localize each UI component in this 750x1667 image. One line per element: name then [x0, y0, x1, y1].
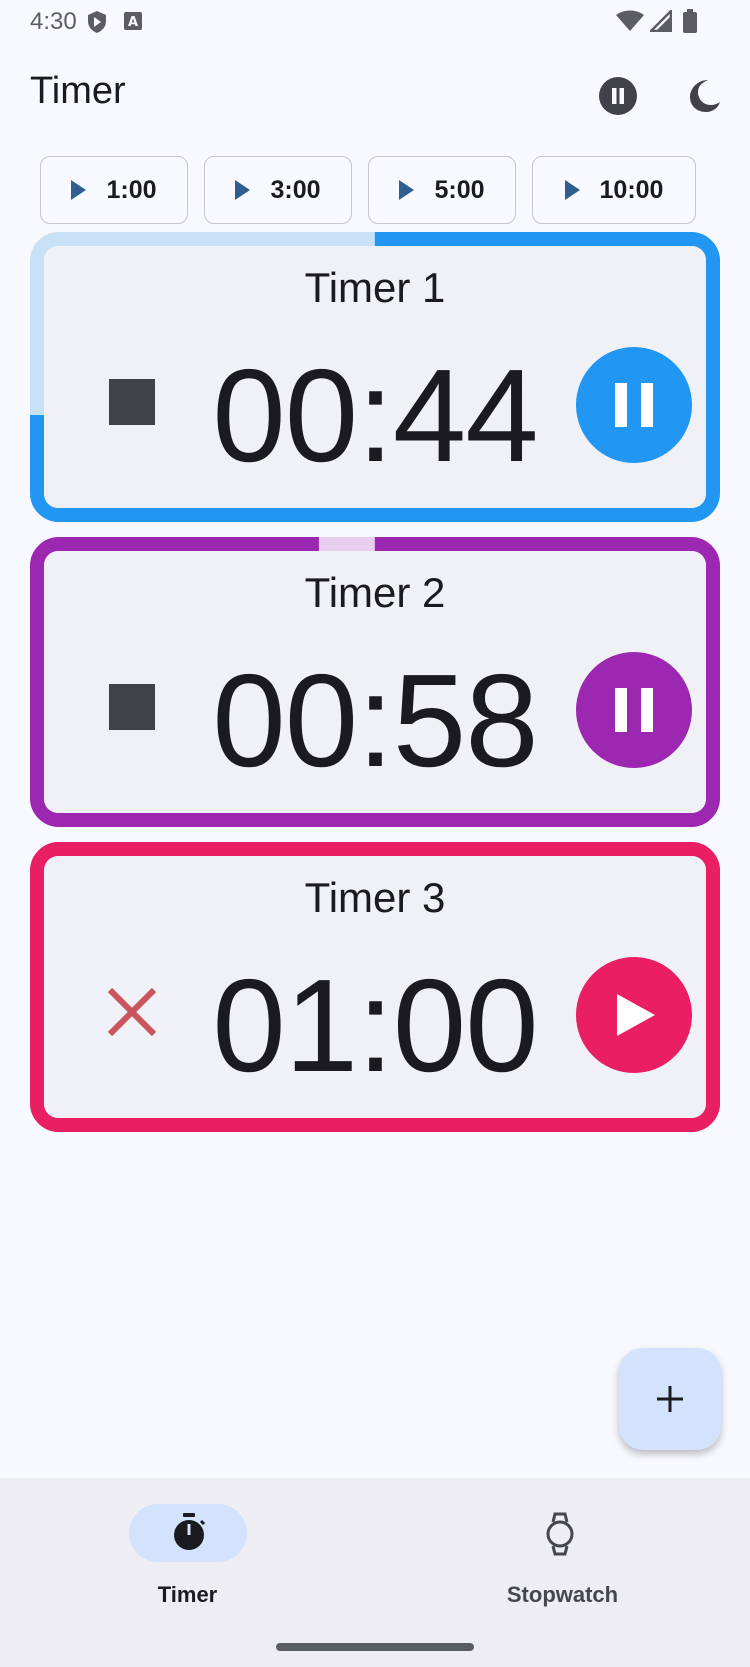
timer-time: 01:00	[212, 952, 538, 1099]
dark-mode-icon	[690, 80, 720, 112]
shield-play-icon	[88, 11, 106, 33]
delete-button[interactable]	[92, 972, 172, 1052]
nav-label-stopwatch: Stopwatch	[506, 1582, 619, 1607]
timer-card: Timer 1 00:44	[30, 232, 720, 522]
stop-icon	[109, 684, 155, 730]
timer-title: Timer 3	[304, 874, 446, 921]
home-indicator[interactable]	[276, 1643, 474, 1651]
close-icon	[107, 987, 157, 1037]
timer-card: Timer 3 01:00	[30, 842, 720, 1132]
timer-title: Timer 1	[304, 264, 446, 311]
nav-item-timer[interactable]: Timer	[30, 1478, 405, 1608]
bottom-navigation: Timer Stopwatch	[0, 1478, 750, 1667]
timer-icon	[174, 1513, 206, 1550]
status-time: 4:30	[30, 8, 77, 35]
timer-card: Timer 2 00:58	[30, 537, 720, 827]
play-icon	[71, 180, 87, 200]
status-bar: 4:30 A	[0, 0, 750, 44]
timer-time: 00:58	[212, 647, 538, 794]
play-icon	[617, 994, 655, 1036]
preset-label: 3:00	[270, 175, 321, 204]
signal-icon	[650, 10, 672, 32]
page-title: Timer	[30, 70, 126, 112]
stop-button[interactable]	[92, 362, 172, 442]
play-icon	[235, 180, 251, 200]
dark-mode-toggle[interactable]	[682, 74, 726, 118]
pause-all-icon	[599, 77, 637, 115]
pause-button[interactable]	[576, 347, 692, 463]
preset-button-10min[interactable]: 10:00	[532, 156, 696, 224]
stop-icon	[109, 379, 155, 425]
preset-button-3min[interactable]: 3:00	[204, 156, 352, 224]
add-timer-button[interactable]	[619, 1348, 721, 1450]
preset-label: 5:00	[434, 175, 485, 204]
preset-button-5min[interactable]: 5:00	[368, 156, 516, 224]
nav-label-timer: Timer	[157, 1582, 218, 1607]
play-icon	[399, 180, 415, 200]
plus-icon	[657, 1386, 683, 1412]
a-box-icon: A	[124, 12, 142, 30]
nav-item-stopwatch[interactable]: Stopwatch	[375, 1478, 750, 1608]
pause-icon	[615, 688, 653, 732]
preset-button-1min[interactable]: 1:00	[40, 156, 188, 224]
pause-all-button[interactable]	[596, 74, 640, 118]
timer-title: Timer 2	[304, 569, 446, 616]
pause-button[interactable]	[576, 652, 692, 768]
start-button[interactable]	[576, 957, 692, 1073]
pause-icon	[615, 383, 653, 427]
wifi-icon	[616, 10, 644, 31]
timer-time: 00:44	[212, 342, 538, 489]
preset-label: 1:00	[106, 175, 157, 204]
battery-icon	[683, 9, 697, 33]
play-icon	[564, 180, 580, 200]
svg-text:A: A	[128, 15, 138, 30]
stop-button[interactable]	[92, 667, 172, 747]
stopwatch-icon	[546, 1512, 574, 1556]
preset-buttons: 1:00 3:00 5:00 10:00	[40, 156, 696, 224]
preset-label: 10:00	[599, 175, 664, 204]
